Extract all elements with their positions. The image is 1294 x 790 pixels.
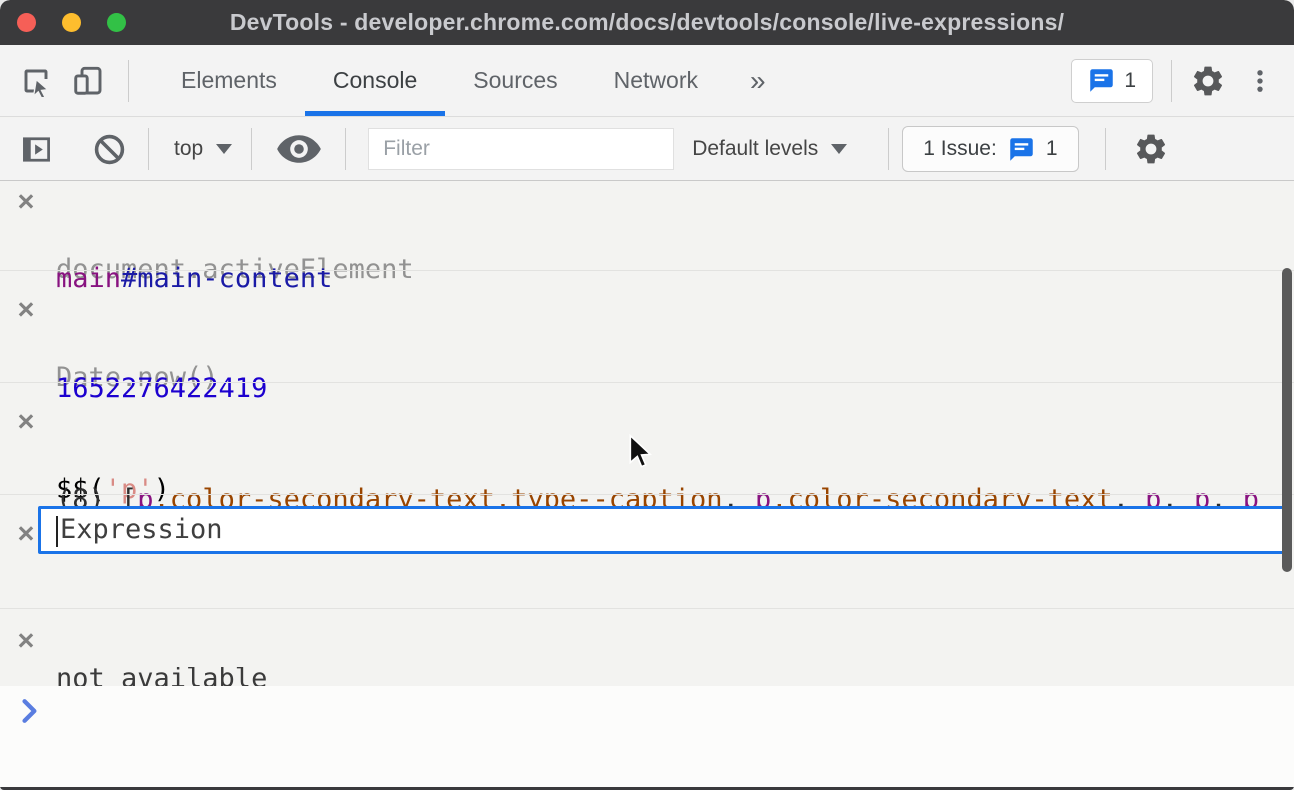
log-levels-selector[interactable]: Default levels: [692, 137, 847, 161]
issues-label: 1 Issue:: [923, 137, 997, 161]
sidebar-panel-icon: [20, 133, 53, 166]
row-divider: [0, 608, 1294, 609]
active-tab-underline: [305, 111, 445, 116]
text-caret: [56, 516, 58, 547]
traffic-lights: [17, 0, 126, 45]
tab-console[interactable]: Console: [305, 45, 445, 116]
remove-expression-icon[interactable]: ×: [13, 624, 39, 658]
divider: [128, 60, 129, 102]
console-messages-badge-button[interactable]: 1: [1071, 59, 1153, 103]
row-divider: [0, 382, 1294, 383]
divider: [345, 128, 346, 170]
context-selector-label: top: [174, 137, 203, 161]
console-token-tag[interactable]: main: [56, 263, 121, 294]
tab-elements[interactable]: Elements: [153, 45, 305, 116]
tab-elements-label: Elements: [181, 67, 277, 94]
tab-console-label: Console: [333, 67, 417, 94]
block-icon: [93, 133, 126, 166]
remove-expression-icon[interactable]: ×: [13, 293, 39, 327]
expression-result-row: main#main-content: [0, 228, 1294, 262]
issue-bubble-icon: [1008, 136, 1035, 163]
inspect-element-button[interactable]: [20, 65, 52, 97]
row-divider: [0, 494, 1294, 495]
inspect-cursor-icon: [20, 65, 52, 97]
chevron-down-icon: [216, 144, 232, 154]
settings-gear-button[interactable]: [1190, 63, 1226, 99]
more-tabs-button[interactable]: »: [740, 45, 776, 116]
devtools-tabbar: Elements Console Sources Network » 1: [0, 45, 1294, 117]
devtools-window: DevTools - developer.chrome.com/docs/dev…: [0, 0, 1294, 790]
gear-icon: [1133, 131, 1169, 167]
minimize-window-button[interactable]: [62, 13, 81, 32]
divider: [1105, 128, 1106, 170]
expression-result-row: 1652276422419: [0, 338, 1294, 372]
expression-result: 1652276422419: [56, 372, 267, 406]
log-levels-label: Default levels: [692, 137, 818, 161]
divider: [148, 128, 149, 170]
chevron-down-icon: [831, 144, 847, 154]
live-expression-editor[interactable]: Expression: [38, 506, 1291, 554]
remove-expression-icon[interactable]: ×: [13, 517, 39, 551]
kebab-menu-button[interactable]: [1246, 67, 1274, 95]
kebab-menu-icon: [1246, 67, 1274, 95]
message-bubble-icon: [1088, 67, 1115, 94]
fullscreen-window-button[interactable]: [107, 13, 126, 32]
console-toolbar: top Default levels 1 Issue:: [0, 118, 1294, 181]
divider: [251, 128, 252, 170]
device-toolbar-icon: [72, 65, 104, 97]
tab-sources[interactable]: Sources: [445, 45, 585, 116]
tab-network[interactable]: Network: [586, 45, 726, 116]
mouse-cursor: [628, 434, 656, 470]
expression-result: main#main-content: [56, 262, 332, 296]
console-token-id[interactable]: #main-content: [121, 263, 332, 294]
row-divider: [0, 270, 1294, 271]
remove-expression-icon[interactable]: ×: [13, 185, 39, 219]
panel-tabs: Elements Console Sources Network »: [153, 45, 776, 116]
filter-input[interactable]: [368, 128, 674, 170]
console-token-number: 1652276422419: [56, 373, 267, 404]
vertical-scrollbar-thumb[interactable]: [1282, 268, 1292, 572]
divider: [1171, 60, 1172, 102]
console-sidebar-toggle-button[interactable]: [20, 133, 53, 166]
messages-count: 1: [1124, 69, 1136, 93]
issues-count: 1: [1046, 137, 1058, 161]
javascript-context-selector[interactable]: top: [174, 137, 232, 161]
console-prompt-area[interactable]: [0, 686, 1294, 788]
remove-expression-icon[interactable]: ×: [13, 405, 39, 439]
clear-console-button[interactable]: [93, 133, 126, 166]
create-live-expression-button[interactable]: [276, 133, 322, 165]
window-title: DevTools - developer.chrome.com/docs/dev…: [0, 9, 1294, 36]
gear-icon: [1190, 63, 1226, 99]
issues-button[interactable]: 1 Issue: 1: [902, 126, 1078, 172]
live-expression-row: × document.activeElement: [0, 185, 1294, 219]
live-expression-row: × Date.now(): [0, 293, 1294, 327]
expression-result: not available: [56, 667, 267, 686]
eye-icon: [276, 133, 322, 165]
console-prompt-chevron-icon: [20, 698, 40, 724]
expression-result-row-clipped: not available: [0, 667, 1294, 686]
console-messages-area[interactable]: × document.activeElement main#main-conte…: [0, 181, 1294, 788]
divider: [888, 128, 889, 170]
live-expression-row: × Expression: [0, 624, 1294, 658]
close-window-button[interactable]: [17, 13, 36, 32]
device-toolbar-button[interactable]: [72, 65, 104, 97]
tab-sources-label: Sources: [473, 67, 557, 94]
tab-network-label: Network: [614, 67, 698, 94]
titlebar: DevTools - developer.chrome.com/docs/dev…: [0, 0, 1294, 45]
console-settings-button[interactable]: [1133, 131, 1169, 167]
expression-editor-placeholder: Expression: [60, 509, 223, 551]
tabbar-right-controls: 1: [1071, 59, 1278, 103]
